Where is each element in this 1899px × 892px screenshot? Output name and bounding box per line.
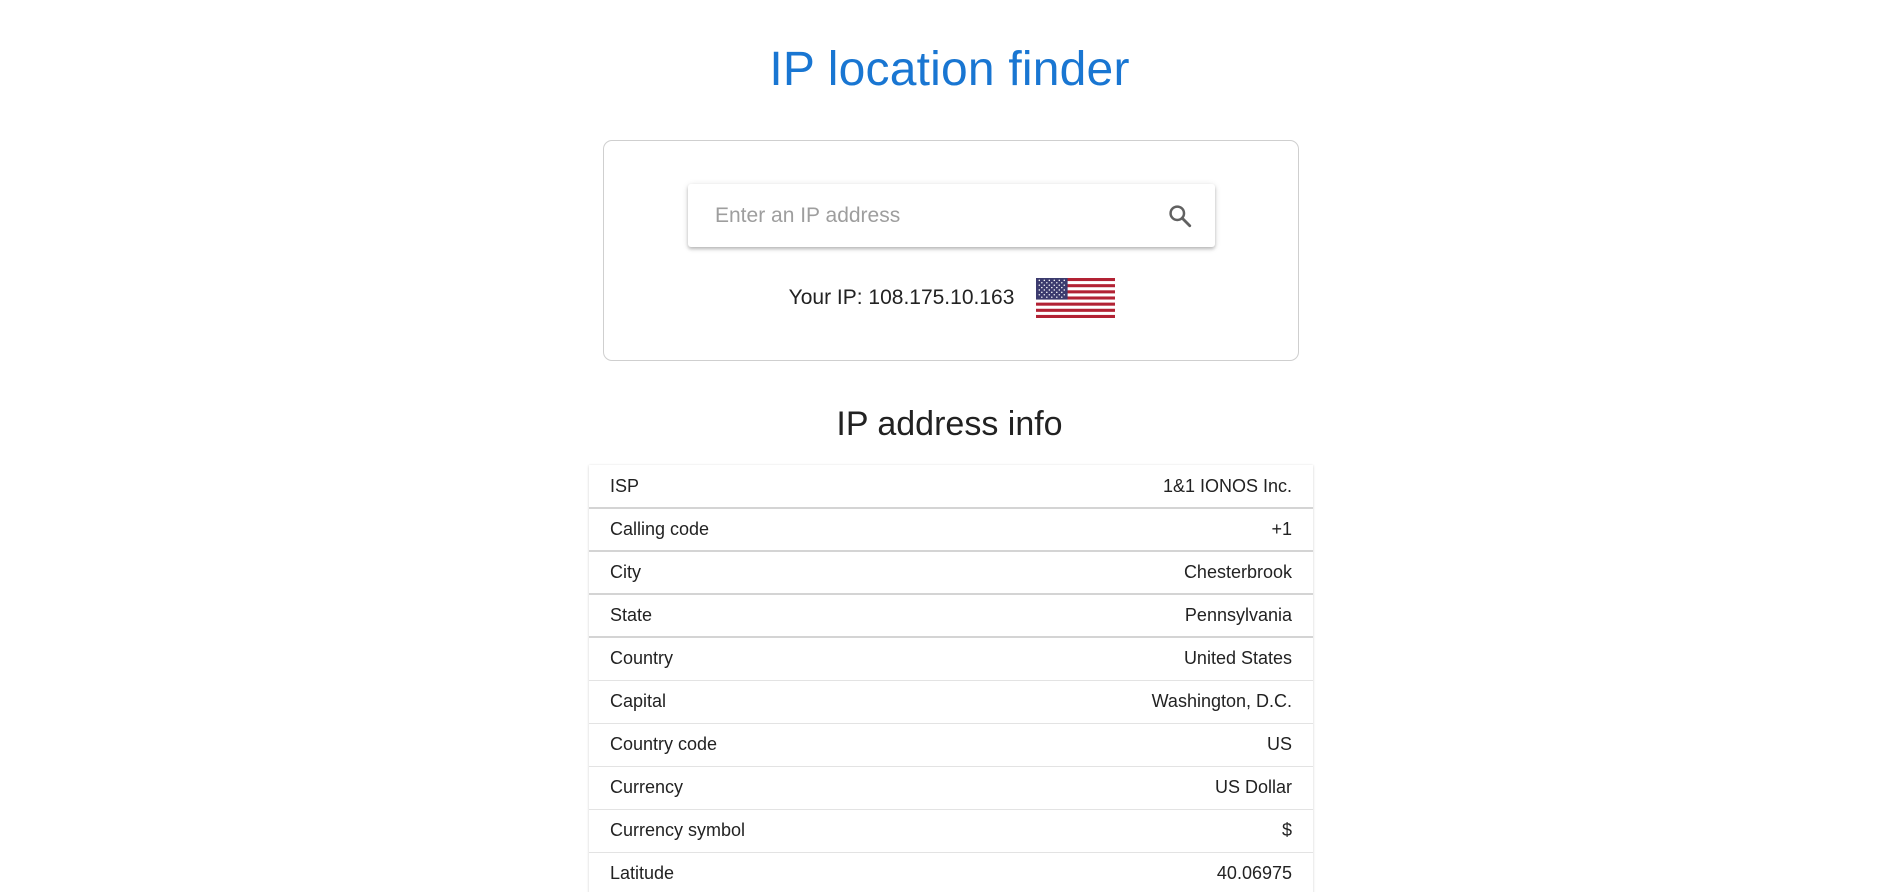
ip-info-table: ISP 1&1 IONOS Inc. Calling code +1 City … [589,465,1313,892]
row-label: Country code [610,734,718,754]
table-row-capital: Capital Washington, D.C. [589,680,1313,723]
table-row-currency-symbol: Currency symbol $ [589,809,1313,852]
us-flag-icon [1036,278,1116,318]
row-value: 40.06975 [1216,863,1292,884]
row-value: Chesterbrook [1183,562,1292,582]
your-ip-text: Your IP: 108.175.10.163 [788,286,1015,309]
row-value: US Dollar [1214,777,1292,797]
table-row-country-code: Country code US [589,723,1313,766]
table-row-isp: ISP 1&1 IONOS Inc. [589,465,1313,508]
ip-info-title: IP address info [836,405,1063,443]
table-row-latitude: Latitude 40.06975 [589,852,1313,892]
row-label: ISP [610,475,640,496]
search-button[interactable] [1159,195,1201,237]
row-label: Country [610,648,674,669]
page-title: IP location finder [769,43,1130,96]
row-value: 1&1 IONOS Inc. [1162,475,1292,496]
row-value: Washington, D.C. [1151,691,1292,711]
table-row-country: Country United States [589,637,1313,680]
search-box [688,184,1215,247]
search-icon [1169,205,1192,228]
row-value: Pennsylvania [1184,605,1292,625]
table-row-city: City Chesterbrook [589,551,1313,594]
row-label: City [610,562,641,582]
table-row-state: State Pennsylvania [589,594,1313,637]
row-value: $ [1281,820,1292,840]
search-card: Your IP: 108.175.10.163 [603,140,1299,361]
row-label: Currency [610,777,684,797]
row-label: State [610,605,653,625]
row-label: Calling code [610,519,710,539]
table-row-calling-code: Calling code +1 [589,508,1313,551]
row-label: Currency symbol [610,820,746,840]
row-value: United States [1183,648,1292,669]
row-label: Capital [610,691,667,711]
page: IP location finder Your IP: 108.175.10.1… [0,0,1899,892]
row-value: US [1266,734,1292,754]
table-row-currency: Currency US Dollar [589,766,1313,809]
row-value: +1 [1271,519,1292,539]
ip-address-input[interactable] [688,184,1148,247]
your-ip-row: Your IP: 108.175.10.163 [604,277,1300,319]
row-label: Latitude [610,863,675,884]
